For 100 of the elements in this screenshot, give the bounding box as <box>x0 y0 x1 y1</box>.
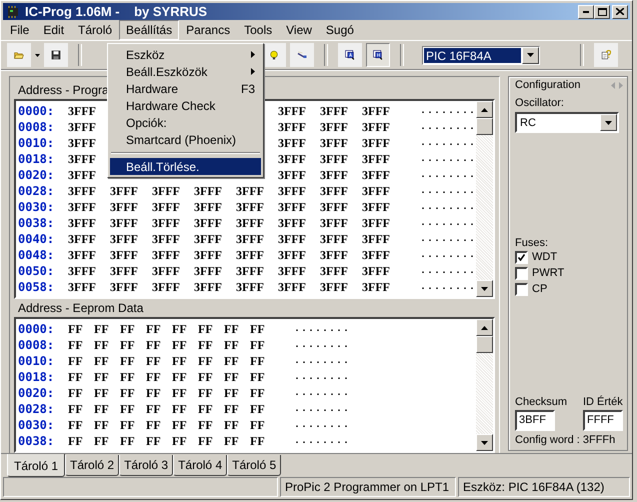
hex-value[interactable]: FF <box>196 370 222 384</box>
hex-value[interactable]: 3FFF <box>66 280 108 294</box>
tab[interactable]: Tároló 1 <box>7 454 66 477</box>
checksum-field[interactable]: 3BFF <box>515 410 556 431</box>
hex-value[interactable]: 3FFF <box>234 200 276 214</box>
hex-value[interactable]: FF <box>170 386 196 400</box>
oscillator-select[interactable]: RC <box>515 112 620 133</box>
hex-value[interactable]: 3FFF <box>360 280 402 294</box>
hex-value[interactable]: 3FFF <box>66 168 108 182</box>
hex-value[interactable]: 3FFF <box>276 136 318 150</box>
hex-value[interactable]: 3FFF <box>192 264 234 278</box>
hex-value[interactable]: 3FFF <box>276 200 318 214</box>
hex-value[interactable]: FF <box>248 354 274 368</box>
hex-value[interactable]: FF <box>196 322 222 336</box>
tab[interactable]: Tároló 2 <box>65 455 120 476</box>
hex-value[interactable]: 3FFF <box>276 216 318 230</box>
hex-value[interactable]: 3FFF <box>318 216 360 230</box>
hex-value[interactable]: FF <box>92 322 118 336</box>
hex-value[interactable]: FF <box>170 418 196 432</box>
hex-value[interactable]: 3FFF <box>318 248 360 262</box>
hex-value[interactable]: 3FFF <box>150 248 192 262</box>
id-field[interactable]: FFFF <box>583 410 623 431</box>
hex-value[interactable]: FF <box>196 338 222 352</box>
menu-item[interactable]: Hardware Check <box>110 97 261 114</box>
hex-value[interactable]: 3FFF <box>318 232 360 246</box>
hex-value[interactable]: FF <box>144 418 170 432</box>
hex-value[interactable]: FF <box>118 370 144 384</box>
menu-item[interactable]: View <box>279 20 319 40</box>
hex-value[interactable]: 3FFF <box>318 184 360 198</box>
hex-value[interactable]: FF <box>118 322 144 336</box>
hex-value[interactable]: FF <box>222 338 248 352</box>
hex-value[interactable]: 3FFF <box>234 248 276 262</box>
hex-value[interactable]: FF <box>92 354 118 368</box>
hex-value[interactable]: FF <box>66 386 92 400</box>
hex-value[interactable]: 3FFF <box>360 264 402 278</box>
hex-value[interactable]: FF <box>248 434 274 448</box>
hex-value[interactable]: 3FFF <box>360 168 402 182</box>
hex-value[interactable]: 3FFF <box>318 136 360 150</box>
hex-value[interactable]: FF <box>196 386 222 400</box>
hex-value[interactable]: FF <box>196 354 222 368</box>
hex-value[interactable]: 3FFF <box>276 280 318 294</box>
hex-value[interactable]: 3FFF <box>276 104 318 118</box>
hex-value[interactable]: FF <box>222 370 248 384</box>
hex-value[interactable]: FF <box>196 402 222 416</box>
hex-value[interactable]: 3FFF <box>108 280 150 294</box>
hex-value[interactable]: FF <box>248 386 274 400</box>
menu-item[interactable]: Hardware F3 <box>110 80 261 97</box>
hex-value[interactable]: FF <box>118 354 144 368</box>
hex-value[interactable]: FF <box>66 322 92 336</box>
hex-value[interactable]: 3FFF <box>276 184 318 198</box>
hex-value[interactable]: 3FFF <box>108 216 150 230</box>
hex-value[interactable]: 3FFF <box>150 232 192 246</box>
menu-item[interactable]: File <box>3 20 36 40</box>
menu-item[interactable]: Opciók: <box>110 114 261 131</box>
hex-value[interactable]: 3FFF <box>276 264 318 278</box>
hex-value[interactable]: FF <box>92 370 118 384</box>
hex-value[interactable]: FF <box>248 370 274 384</box>
hex-value[interactable]: FF <box>66 354 92 368</box>
hex-value[interactable]: FF <box>66 402 92 416</box>
hex-value[interactable]: FF <box>144 322 170 336</box>
hex-value[interactable]: 3FFF <box>276 152 318 166</box>
hex-value[interactable]: FF <box>170 322 196 336</box>
menu-item[interactable]: Parancs <box>179 20 238 40</box>
menu-item[interactable]: Edit <box>36 20 72 40</box>
hex-value[interactable]: FF <box>248 322 274 336</box>
hex-value[interactable]: 3FFF <box>108 184 150 198</box>
hex-value[interactable]: FF <box>118 434 144 448</box>
hex-value[interactable]: 3FFF <box>360 232 402 246</box>
menu-item[interactable]: Tároló <box>71 20 120 40</box>
hex-value[interactable]: 3FFF <box>192 216 234 230</box>
hex-value[interactable]: FF <box>170 402 196 416</box>
hex-value[interactable]: 3FFF <box>234 232 276 246</box>
hex-value[interactable]: FF <box>222 434 248 448</box>
device-select[interactable]: PIC 16F84A <box>422 46 540 65</box>
hex-value[interactable]: 3FFF <box>150 216 192 230</box>
tab[interactable]: Tároló 5 <box>227 455 282 476</box>
hex-value[interactable]: FF <box>170 354 196 368</box>
hex-value[interactable]: FF <box>222 386 248 400</box>
menu-item[interactable]: Sugó <box>318 20 361 40</box>
hex-value[interactable]: 3FFF <box>66 248 108 262</box>
hex-value[interactable]: FF <box>222 402 248 416</box>
hex-value[interactable]: FF <box>92 338 118 352</box>
hex-value[interactable]: FF <box>144 434 170 448</box>
hex-value[interactable]: FF <box>144 338 170 352</box>
hex-value[interactable]: FF <box>66 418 92 432</box>
hex-value[interactable]: 3FFF <box>234 184 276 198</box>
hex-value[interactable]: FF <box>118 402 144 416</box>
hex-value[interactable]: 3FFF <box>360 104 402 118</box>
hex-value[interactable]: 3FFF <box>66 216 108 230</box>
hex-value[interactable]: 3FFF <box>66 120 108 134</box>
hex-value[interactable]: FF <box>144 402 170 416</box>
hex-value[interactable]: FF <box>196 434 222 448</box>
hex-value[interactable]: FF <box>248 418 274 432</box>
hex-value[interactable]: 3FFF <box>66 136 108 150</box>
hex-value[interactable]: FF <box>222 322 248 336</box>
hex-value[interactable]: 3FFF <box>318 280 360 294</box>
hex-value[interactable]: 3FFF <box>360 248 402 262</box>
hex-value[interactable]: FF <box>196 418 222 432</box>
hex-value[interactable]: 3FFF <box>234 264 276 278</box>
hex-value[interactable]: FF <box>222 354 248 368</box>
